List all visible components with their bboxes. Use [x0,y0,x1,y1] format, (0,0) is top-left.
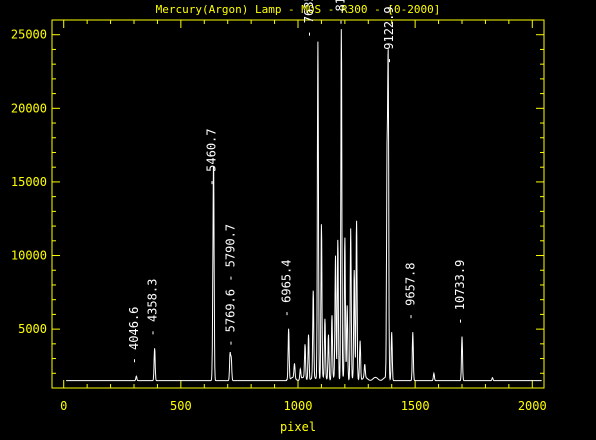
wavelength-label: - 10733.9 [453,260,467,325]
plot-frame [51,19,545,389]
wavelength-label: - 8115.3 [334,0,348,26]
x-tick-label: 500 [170,399,192,413]
wavelength-label: - 4358.3 [146,279,160,337]
axis-ticks [52,19,544,389]
y-tick-label: 25000 [11,28,47,42]
wavelength-label: - 5460.7 [205,129,219,187]
y-tick-label: 20000 [11,101,47,115]
wavelength-label: - 9657.8 [404,263,418,321]
x-tick-label: 1000 [284,399,313,413]
y-tick-label: 5000 [18,322,47,336]
x-tick-label: 0 [60,399,67,413]
wavelength-label: - 6965.4 [280,260,294,318]
wavelength-label: - 9122.9 [382,6,396,64]
x-axis-label: pixel [280,420,316,434]
y-tick-label: 10000 [11,249,47,263]
wavelength-labels: - 4046.6 - 4358.3 - 5460.7 - 5769.6 - 5790.… [127,0,467,364]
wavelength-label: - 7635.1 [302,0,316,38]
tick-labels: 0 500 1000 1500 2000 5000 10000 15000 20000 25000 [11,28,547,413]
spectrum-chart: 0 500 1000 1500 2000 5000 10000 15000 20000 25000… [11,0,547,434]
wavelength-label: - 4046.6 [127,307,141,365]
wavelength-label: - 5769.6 - 5790.7 [223,224,237,347]
x-tick-label: 1500 [401,399,430,413]
x-tick-label: 2000 [518,399,547,413]
y-tick-label: 15000 [11,175,47,189]
